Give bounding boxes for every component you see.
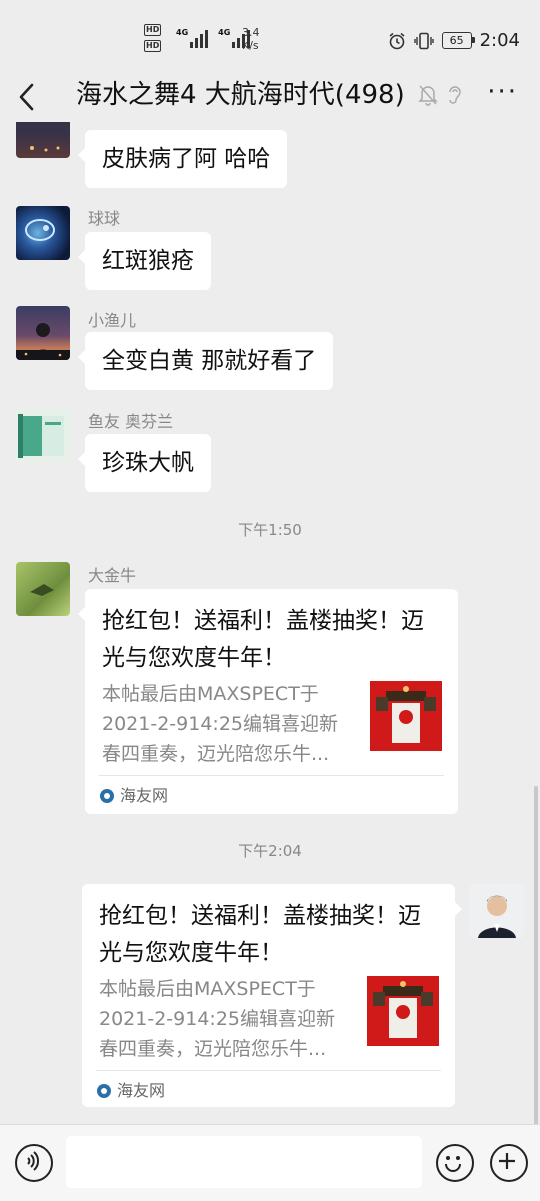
message-input[interactable]	[66, 1136, 422, 1188]
scrollbar[interactable]	[534, 786, 538, 1126]
link-card[interactable]: 抢红包！送福利！盖楼抽奖！迈光与您欢度牛年！ 本帖最后由MAXSPECT于202…	[82, 884, 462, 1107]
hd-badge: HD	[144, 40, 162, 52]
my-avatar[interactable]	[470, 884, 524, 938]
signal-strength: 4G 4G	[176, 28, 251, 48]
plus-icon[interactable]	[490, 1144, 528, 1182]
more-icon[interactable]: ···	[487, 78, 518, 106]
sender-name: 小渔儿	[88, 311, 137, 330]
message-bubble[interactable]: 红斑狼疮	[78, 232, 211, 290]
back-arrow-icon[interactable]	[14, 80, 42, 116]
message-bubble[interactable]: 珍珠大帆	[78, 434, 211, 492]
message-bubble[interactable]: 全变白黄 那就好看了	[77, 332, 334, 390]
divider	[99, 775, 444, 776]
card-title: 抢红包！送福利！盖楼抽奖！迈光与您欢度牛年！	[102, 608, 424, 671]
network-speed: 3.4 K/s	[242, 26, 260, 52]
sender-name: 鱼友 奥芬兰	[88, 412, 174, 431]
card-source: 海友网	[100, 785, 168, 807]
card-description: 本帖最后由MAXSPECT于2021-2-914:25编辑喜迎新春四重奏，迈光陪…	[102, 683, 338, 765]
sender-name: 大金牛	[88, 566, 137, 585]
card-title: 抢红包！送福利！盖楼抽奖！迈光与您欢度牛年！	[99, 903, 421, 966]
source-icon	[97, 1084, 111, 1098]
avatar[interactable]	[16, 122, 70, 158]
alarm-icon	[389, 32, 405, 49]
emoji-icon[interactable]	[436, 1144, 474, 1182]
signal-icon	[190, 28, 209, 48]
chat-header: 海水之舞4 大航海时代(498) ···	[0, 78, 540, 122]
mute-bell-icon	[418, 85, 438, 106]
ear-icon	[449, 86, 461, 104]
network-type: HD HD	[144, 24, 162, 52]
network-label: 4G	[218, 28, 231, 37]
input-bar	[0, 1124, 540, 1201]
clock: 2:04	[479, 30, 520, 51]
message-bubble[interactable]: 皮肤病了阿 哈哈	[77, 130, 288, 188]
sender-name: 球球	[88, 209, 121, 228]
timestamp: 下午1:50	[238, 521, 302, 539]
voice-icon[interactable]	[15, 1144, 53, 1182]
divider	[96, 1070, 441, 1071]
chat-title: 海水之舞4 大航海时代(498)	[76, 80, 405, 110]
network-label: 4G	[176, 28, 189, 37]
status-bar: HD HD 4G 4G 3.4 K/s 65 2:04	[0, 0, 540, 78]
hd-badge: HD	[144, 24, 162, 36]
avatar[interactable]	[16, 206, 70, 260]
card-source: 海友网	[97, 1080, 165, 1102]
link-card[interactable]: 抢红包！送福利！盖楼抽奖！迈光与您欢度牛年！ 本帖最后由MAXSPECT于202…	[78, 589, 458, 814]
avatar[interactable]	[16, 408, 70, 462]
avatar[interactable]	[16, 562, 70, 616]
timestamp: 下午2:04	[238, 842, 302, 860]
source-icon	[100, 789, 114, 803]
card-thumbnail	[367, 976, 439, 1046]
vibrate-icon	[413, 32, 434, 49]
avatar[interactable]	[16, 306, 70, 360]
card-thumbnail	[370, 681, 442, 751]
card-description: 本帖最后由MAXSPECT于2021-2-914:25编辑喜迎新春四重奏，迈光陪…	[99, 978, 335, 1060]
message-list[interactable]: 皮肤病了阿 哈哈 球球 红斑狼疮 小渔儿 全变白黄 那就好看了 鱼友 奥芬兰 珍…	[0, 122, 540, 1124]
battery-icon: 65	[441, 32, 475, 49]
